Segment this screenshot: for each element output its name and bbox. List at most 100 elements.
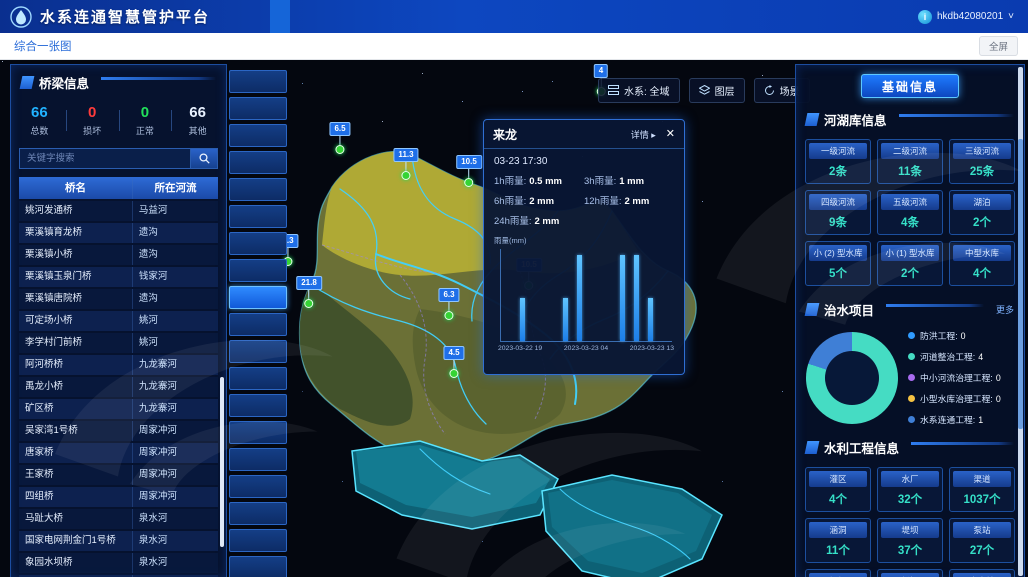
layer-menu-item[interactable] (229, 475, 287, 498)
table-row[interactable]: 矿区桥 九龙寨河 (19, 399, 218, 419)
table-row[interactable]: 象园水坝桥 泉水河 (19, 553, 218, 573)
nav-item[interactable] (390, 0, 410, 33)
nav-item[interactable] (350, 0, 370, 33)
legend-item[interactable]: 中小河流治理工程: 0 (908, 371, 1014, 384)
stat-cell[interactable]: 泵站 27个 (949, 518, 1015, 563)
layer-menu-item[interactable] (229, 178, 287, 201)
layer-menu-item[interactable] (229, 529, 287, 552)
bridge-info-panel: 桥梁信息 66 总数 0 损坏 0 正常 66 其他 (10, 64, 227, 577)
stat-cell[interactable]: 涵洞 11个 (805, 518, 871, 563)
panel-scrollbar-track[interactable] (1018, 67, 1023, 576)
layer-menu-item[interactable] (229, 502, 287, 525)
layer-menu-item[interactable] (229, 205, 287, 228)
stat-cell-label: 湖泊 (953, 194, 1011, 210)
stat-cell[interactable]: 中型水库 4个 (949, 241, 1015, 286)
close-icon[interactable]: ✕ (666, 129, 675, 140)
tab-base-info[interactable]: 基础信息 (861, 74, 959, 98)
table-row[interactable]: 阿河桥桥 九龙寨河 (19, 355, 218, 375)
layer-menu-item[interactable] (229, 70, 287, 93)
nav-item[interactable] (370, 0, 390, 33)
stat-cell[interactable]: 湖泊 2个 (949, 190, 1015, 235)
table-row[interactable]: 栗溪镇唐院桥 遗沟 (19, 289, 218, 309)
table-row[interactable]: 四组桥 周家冲河 (19, 487, 218, 507)
table-row[interactable]: 国家电网荆金门1号桥 泉水河 (19, 531, 218, 551)
layer-menu-item[interactable] (229, 340, 287, 363)
bridge-name-cell: 禹龙小桥 (19, 377, 133, 397)
stat-cell[interactable]: 四级河流 9条 (805, 190, 871, 235)
stat-cell[interactable]: 水电站 3个 (949, 569, 1015, 577)
stat-cell-value: 2个 (953, 214, 1011, 231)
stat-cell[interactable]: 五级河流 4条 (877, 190, 943, 235)
more-link[interactable]: 更多 (996, 303, 1014, 316)
stat-cell[interactable]: 灌区 4个 (805, 467, 871, 512)
stat-cell[interactable]: 三级河流 25条 (949, 139, 1015, 184)
legend-item[interactable]: 小型水库治理工程: 0 (908, 392, 1014, 405)
search-input[interactable] (19, 148, 190, 169)
nav-item[interactable] (310, 0, 330, 33)
user-menu[interactable]: i hkdb42080201 ˅ (918, 10, 1028, 24)
station-stem (405, 162, 406, 171)
table-row[interactable]: 唐家桥 周家冲河 (19, 443, 218, 463)
search-button[interactable] (190, 148, 218, 169)
legend-item[interactable]: 河道整治工程: 4 (908, 350, 1014, 363)
app-root: 4 6.5 11.3 10.5 3.3 10.5 (0, 0, 1028, 577)
popup-detail-link[interactable]: 详情 ▸ (631, 128, 656, 141)
layers-button[interactable]: 图层 (689, 78, 745, 103)
nav-item[interactable] (250, 0, 270, 33)
stat-cell[interactable]: 二级河流 11条 (877, 139, 943, 184)
stat-cell-value: 4个 (953, 265, 1011, 282)
station-marker[interactable]: 10.5 (456, 155, 482, 187)
table-row[interactable]: 栗溪镇育龙桥 遗沟 (19, 223, 218, 243)
layer-menu-item[interactable] (229, 394, 287, 417)
water-system-scope-button[interactable]: 水系: 全域 (598, 78, 680, 103)
stat-cell[interactable]: 堰坝 47个 (805, 569, 871, 577)
table-row[interactable]: 李学村门前桥 姚河 (19, 333, 218, 353)
table-row[interactable]: 王家桥 周家冲河 (19, 465, 218, 485)
layer-menu-item[interactable] (229, 448, 287, 471)
layer-menu-item[interactable] (229, 556, 287, 577)
layer-menu-item[interactable] (229, 232, 287, 255)
layer-menu-item[interactable] (229, 97, 287, 120)
stat-cell[interactable]: 桥梁 66个 (877, 569, 943, 577)
stat-cell[interactable]: 渠道 1037个 (949, 467, 1015, 512)
legend-item[interactable]: 水系连通工程: 1 (908, 413, 1014, 426)
layer-menu-item[interactable] (229, 286, 287, 309)
table-row[interactable]: 栗溪镇玉泉门桥 钱家河 (19, 267, 218, 287)
nav-item[interactable] (430, 0, 450, 33)
layer-menu-item[interactable] (229, 313, 287, 336)
popup-body: 03-23 17:30 1h雨量:0.5 mm 3h雨量:1 mm 6h雨量:2… (484, 149, 684, 363)
layer-menu-item[interactable] (229, 124, 287, 147)
station-marker[interactable]: 6.3 (438, 288, 459, 320)
nav-item[interactable] (410, 0, 430, 33)
table-row[interactable]: 禹龙小桥 九龙寨河 (19, 377, 218, 397)
fullscreen-button[interactable]: 全屏 (979, 36, 1018, 56)
layer-menu-item[interactable] (229, 367, 287, 390)
nav-item[interactable] (270, 0, 290, 33)
table-scrollbar[interactable] (220, 377, 224, 547)
stat-cell[interactable]: 一级河流 2条 (805, 139, 871, 184)
legend-item[interactable]: 防洪工程: 0 (908, 329, 1014, 342)
station-marker[interactable]: 4.5 (443, 346, 464, 378)
legend-dot-icon (908, 416, 915, 423)
layer-menu-item[interactable] (229, 421, 287, 444)
table-row[interactable]: 马趾大桥 泉水河 (19, 509, 218, 529)
station-marker[interactable]: 21.8 (296, 276, 322, 308)
layer-menu-item[interactable] (229, 151, 287, 174)
nav-item[interactable] (330, 0, 350, 33)
table-row[interactable]: 吴家湾1号桥 周家冲河 (19, 421, 218, 441)
stat-cell[interactable]: 小 (2) 型水库 5个 (805, 241, 871, 286)
layer-menu-item[interactable] (229, 259, 287, 282)
table-row[interactable]: 姚河发通桥 马益河 (19, 201, 218, 221)
river-name-cell: 九龙寨河 (133, 355, 218, 375)
table-row[interactable]: 栗溪镇小桥 遗沟 (19, 245, 218, 265)
stat-cell[interactable]: 水厂 32个 (877, 467, 943, 512)
table-row[interactable]: 可定场小桥 姚河 (19, 311, 218, 331)
station-marker[interactable]: 11.3 (393, 148, 418, 180)
panel-scrollbar-thumb[interactable] (1018, 139, 1023, 429)
nav-item[interactable] (290, 0, 310, 33)
legend-label: 水系连通工程: (920, 413, 975, 426)
station-marker[interactable]: 6.5 (329, 122, 350, 154)
chevron-right-icon: ▸ (651, 130, 656, 140)
stat-cell[interactable]: 堤坝 37个 (877, 518, 943, 563)
stat-cell[interactable]: 小 (1) 型水库 2个 (877, 241, 943, 286)
